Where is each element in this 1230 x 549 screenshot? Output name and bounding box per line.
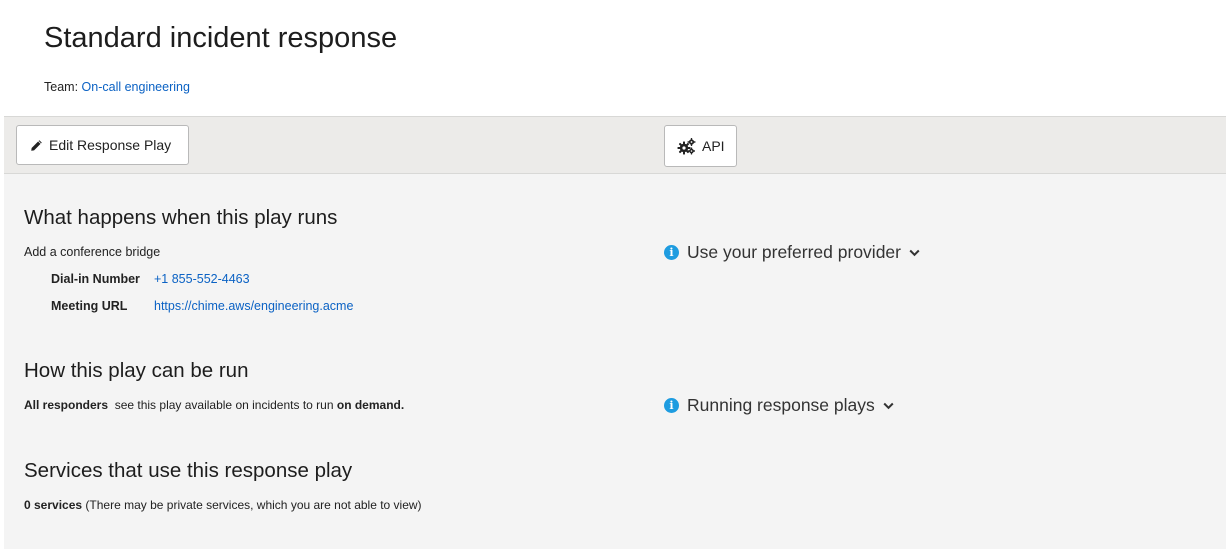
services-text: 0 services (There may be private service… bbox=[24, 498, 422, 512]
api-label: API bbox=[702, 138, 725, 154]
responders-text: All responders bbox=[24, 398, 109, 412]
running-response-plays-toggle[interactable]: i Running response plays bbox=[664, 395, 894, 416]
info-icon: i bbox=[664, 398, 679, 413]
page-title: Standard incident response bbox=[44, 22, 398, 54]
meeting-url-link[interactable]: https://chime.aws/engineering.acme bbox=[154, 299, 353, 313]
how-run-title: How this play can be run bbox=[24, 359, 249, 382]
run-mode: on demand. bbox=[336, 398, 405, 412]
action-text: Add a conference bridge bbox=[24, 245, 161, 259]
team-link[interactable]: On-call engineering bbox=[82, 80, 190, 94]
what-happens-title: What happens when this play runs bbox=[24, 206, 338, 229]
page: Standard incident response Team: On-call… bbox=[4, 0, 1226, 549]
dial-in-link[interactable]: +1 855-552-4463 bbox=[154, 272, 250, 286]
edit-response-play-label: Edit Response Play bbox=[49, 137, 172, 153]
chevron-down-icon bbox=[883, 402, 894, 410]
pencil-icon bbox=[30, 139, 43, 152]
services-title: Services that use this response play bbox=[24, 459, 353, 482]
team-label: Team: bbox=[44, 80, 79, 94]
running-response-plays-label: Running response plays bbox=[687, 395, 875, 415]
services-note: (There may be private services, which yo… bbox=[85, 498, 422, 512]
edit-response-play-button[interactable]: Edit Response Play bbox=[16, 125, 189, 165]
how-run-description: see this play available on incidents to … bbox=[114, 398, 334, 412]
dial-in-label: Dial-in Number bbox=[51, 272, 140, 286]
api-button[interactable]: API bbox=[664, 125, 737, 167]
chevron-down-icon bbox=[909, 249, 920, 257]
preferred-provider-toggle[interactable]: i Use your preferred provider bbox=[664, 242, 920, 263]
team-line: Team: On-call engineering bbox=[44, 80, 190, 94]
gears-icon bbox=[677, 137, 696, 155]
toolbar: Edit Response Play API bbox=[4, 116, 1226, 174]
page-header: Standard incident response Team: On-call… bbox=[4, 0, 1226, 116]
services-count: 0 services bbox=[24, 498, 83, 512]
info-icon: i bbox=[664, 245, 679, 260]
meeting-url-label: Meeting URL bbox=[51, 299, 128, 313]
how-run-text: All responders see this play available o… bbox=[24, 398, 404, 412]
preferred-provider-label: Use your preferred provider bbox=[687, 242, 901, 262]
